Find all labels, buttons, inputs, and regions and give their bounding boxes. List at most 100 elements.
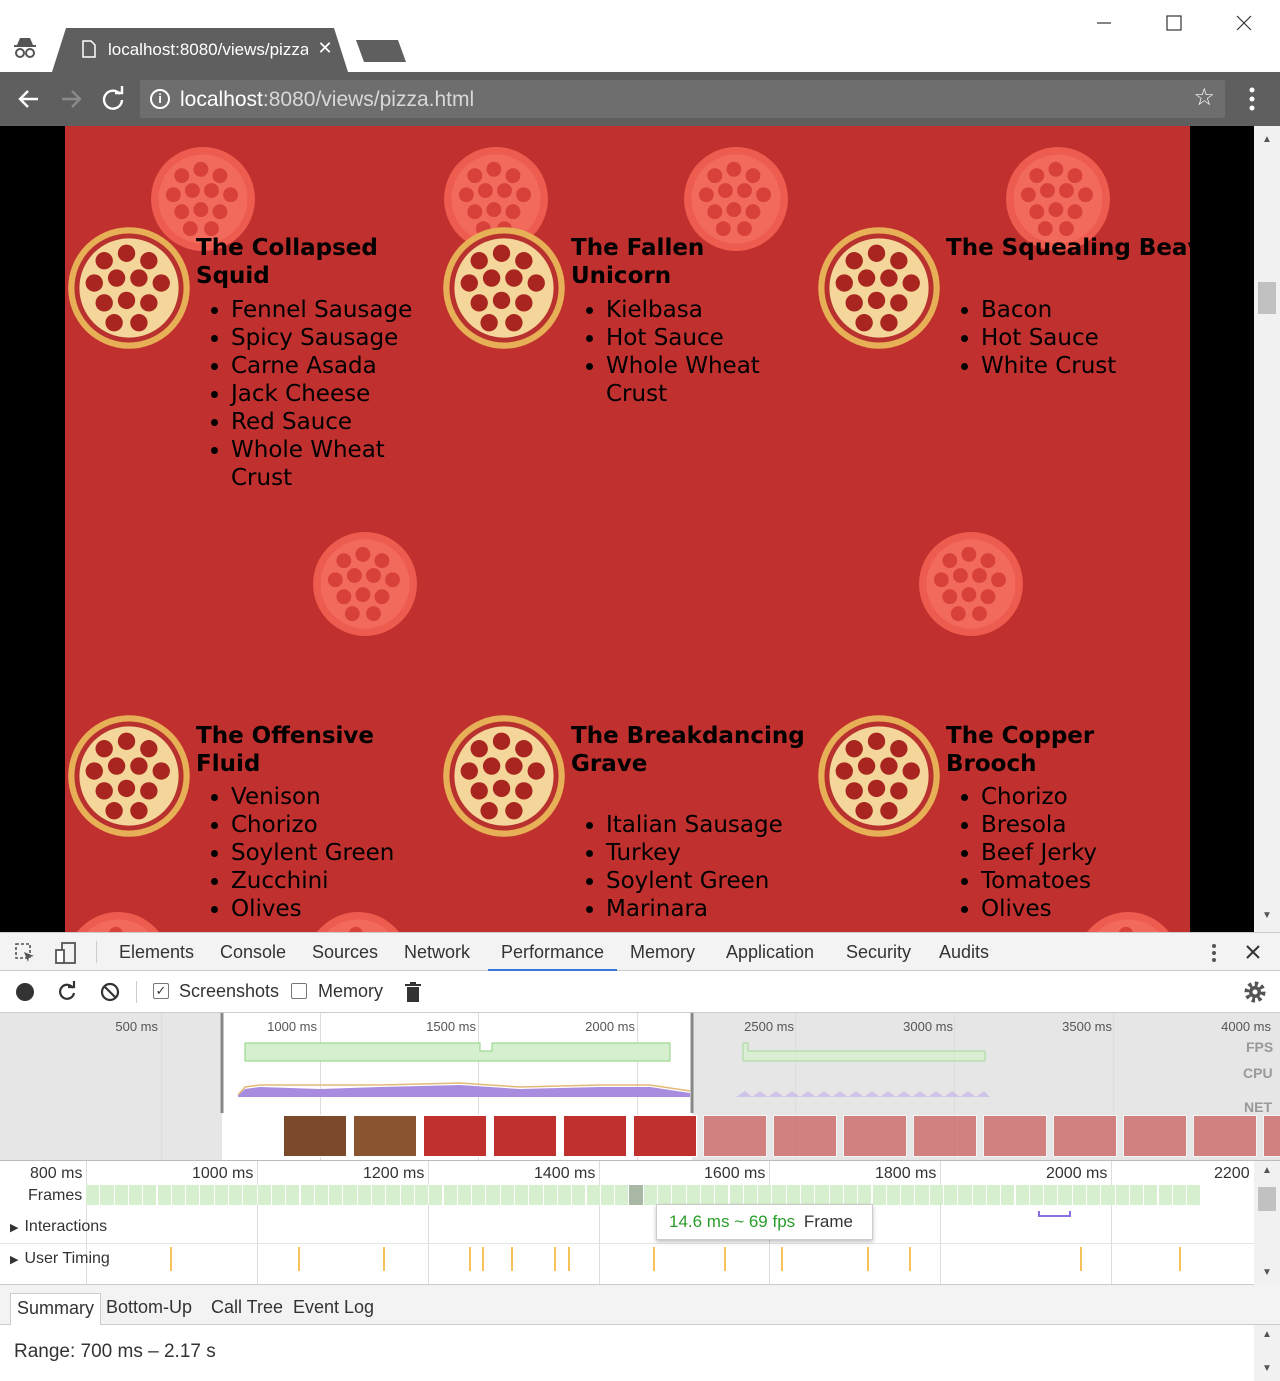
close-devtools-icon[interactable] xyxy=(1244,943,1262,961)
frame-bar[interactable] xyxy=(600,1185,616,1205)
frame-bar[interactable] xyxy=(128,1185,144,1205)
user-timing-mark[interactable] xyxy=(298,1247,300,1271)
frame-bar[interactable] xyxy=(386,1185,401,1205)
frame-bar[interactable] xyxy=(100,1185,115,1205)
frame-bar[interactable] xyxy=(286,1185,301,1205)
user-timing-mark[interactable] xyxy=(1080,1247,1082,1271)
frame-bar[interactable] xyxy=(171,1185,187,1205)
scroll-down-icon[interactable]: ▼ xyxy=(1262,1267,1272,1278)
minimize-icon[interactable] xyxy=(1084,8,1124,38)
timeline-scrollbar[interactable]: ▲ ▼ xyxy=(1254,1161,1280,1285)
frame-bar[interactable] xyxy=(629,1185,644,1205)
user-timing-mark[interactable] xyxy=(781,1247,783,1271)
scrollbar-thumb[interactable] xyxy=(1258,1187,1276,1211)
tab-memory[interactable]: Memory xyxy=(630,933,695,971)
memory-checkbox[interactable] xyxy=(291,983,307,999)
frame-bar[interactable] xyxy=(815,1185,830,1205)
frame-bar[interactable] xyxy=(1044,1185,1059,1205)
frame-bar[interactable] xyxy=(858,1185,873,1205)
user-timing-mark[interactable] xyxy=(724,1247,726,1271)
frame-bar[interactable] xyxy=(1129,1185,1145,1205)
record-icon[interactable] xyxy=(16,983,34,1001)
tab-security[interactable]: Security xyxy=(846,933,911,971)
frame-bar[interactable] xyxy=(1029,1185,1045,1205)
frame-bar[interactable] xyxy=(143,1185,158,1205)
frame-bar[interactable] xyxy=(700,1185,716,1205)
browser-tab[interactable]: localhost:8080/views/pizza.html ✕ xyxy=(52,28,348,72)
frame-bar[interactable] xyxy=(229,1185,244,1205)
frame-bar[interactable] xyxy=(1058,1185,1073,1205)
user-timing-mark[interactable] xyxy=(170,1247,172,1271)
new-tab-button[interactable] xyxy=(356,40,406,62)
frame-bar[interactable] xyxy=(1001,1185,1016,1205)
frame-bar[interactable] xyxy=(343,1185,358,1205)
frame-bar[interactable] xyxy=(801,1185,816,1205)
frame-bar[interactable] xyxy=(557,1185,573,1205)
user-timing-mark[interactable] xyxy=(1179,1247,1181,1271)
user-timing-mark[interactable] xyxy=(383,1247,385,1271)
frame-bar[interactable] xyxy=(529,1185,544,1205)
frame-bar[interactable] xyxy=(157,1185,172,1205)
frame-bar[interactable] xyxy=(944,1185,959,1205)
frame-bar[interactable] xyxy=(500,1185,515,1205)
user-timing-mark[interactable] xyxy=(511,1247,513,1271)
frame-bar[interactable] xyxy=(472,1185,487,1205)
scroll-down-icon[interactable]: ▼ xyxy=(1262,910,1272,921)
device-toolbar-icon[interactable] xyxy=(54,941,78,965)
frame-bar[interactable] xyxy=(543,1185,558,1205)
scroll-up-icon[interactable]: ▲ xyxy=(1262,1165,1272,1176)
frame-bar[interactable] xyxy=(686,1185,701,1205)
tab-application[interactable]: Application xyxy=(726,933,814,971)
frame-bar[interactable] xyxy=(572,1185,587,1205)
frames-track[interactable] xyxy=(86,1161,1202,1211)
frame-bar[interactable] xyxy=(214,1185,229,1205)
frame-bar[interactable] xyxy=(715,1185,730,1205)
frame-bar[interactable] xyxy=(486,1185,501,1205)
frame-bar[interactable] xyxy=(986,1185,1002,1205)
frame-bar[interactable] xyxy=(1187,1185,1202,1205)
reload-icon[interactable] xyxy=(98,84,128,114)
frame-bar[interactable] xyxy=(114,1185,129,1205)
frame-bar[interactable] xyxy=(972,1185,987,1205)
frame-bar[interactable] xyxy=(86,1185,101,1205)
frame-bar[interactable] xyxy=(1158,1185,1173,1205)
tab-performance[interactable]: Performance xyxy=(488,933,618,971)
settings-gear-icon[interactable] xyxy=(1243,980,1267,1004)
frame-bar[interactable] xyxy=(1172,1185,1188,1205)
frame-bar[interactable] xyxy=(400,1185,415,1205)
tab-call-tree[interactable]: Call Tree xyxy=(205,1293,289,1325)
frame-bar[interactable] xyxy=(915,1185,930,1205)
frame-bar[interactable] xyxy=(958,1185,973,1205)
interaction-marker[interactable] xyxy=(1038,1211,1071,1217)
scrollbar-thumb[interactable] xyxy=(1258,282,1276,314)
bookmark-star-icon[interactable]: ☆ xyxy=(1193,83,1215,112)
frame-bar[interactable] xyxy=(457,1185,473,1205)
user-timing-mark[interactable] xyxy=(909,1247,911,1271)
screenshots-checkbox[interactable]: ✓ xyxy=(153,983,169,999)
tab-summary[interactable]: Summary xyxy=(10,1293,102,1325)
back-arrow-icon[interactable] xyxy=(14,84,44,114)
tab-bottom-up[interactable]: Bottom-Up xyxy=(100,1293,198,1325)
frame-bar[interactable] xyxy=(414,1185,430,1205)
flame-timeline[interactable]: 800 ms 1000 ms 1200 ms 1400 ms 1600 ms 1… xyxy=(0,1161,1254,1285)
address-bar[interactable]: i localhost:8080/views/pizza.html ☆ xyxy=(140,80,1225,118)
close-window-icon[interactable] xyxy=(1224,8,1264,38)
frame-bar[interactable] xyxy=(372,1185,387,1205)
frame-bar[interactable] xyxy=(843,1185,859,1205)
timeline-overview[interactable]: 500 ms 1000 ms 1500 ms 2000 ms 2500 ms 3… xyxy=(0,1013,1280,1161)
browser-menu-icon[interactable] xyxy=(1244,82,1260,116)
frame-bar[interactable] xyxy=(901,1185,916,1205)
frame-bar[interactable] xyxy=(257,1185,272,1205)
frame-bar[interactable] xyxy=(429,1185,444,1205)
frame-bar[interactable] xyxy=(729,1185,744,1205)
info-icon[interactable]: i xyxy=(150,89,170,109)
frame-bar[interactable] xyxy=(186,1185,201,1205)
user-timing-mark[interactable] xyxy=(568,1247,570,1271)
devtools-menu-icon[interactable] xyxy=(1206,942,1222,964)
maximize-icon[interactable] xyxy=(1154,8,1194,38)
frame-bar[interactable] xyxy=(515,1185,530,1205)
frame-bar[interactable] xyxy=(200,1185,215,1205)
frame-bar[interactable] xyxy=(243,1185,258,1205)
tab-audits[interactable]: Audits xyxy=(939,933,989,971)
summary-scrollbar[interactable]: ▲ ▼ xyxy=(1254,1325,1280,1381)
